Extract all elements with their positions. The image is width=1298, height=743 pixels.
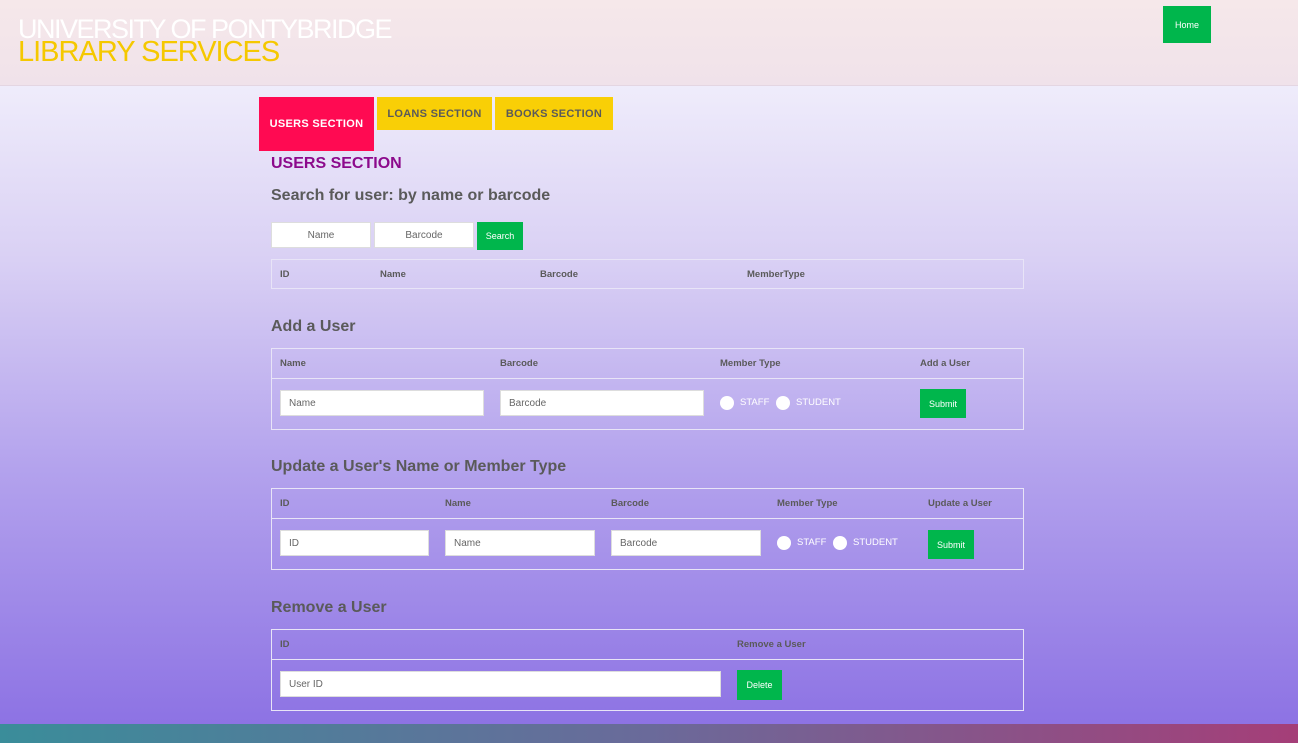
- page-title: USERS SECTION: [271, 155, 402, 172]
- search-heading: Search for user: by name or barcode: [271, 187, 551, 204]
- column-header-update-user: Update a User: [928, 498, 992, 509]
- column-header-id: ID: [280, 269, 290, 280]
- table-divider: [272, 659, 1023, 660]
- student-radio[interactable]: [833, 536, 847, 550]
- update-user-heading: Update a User's Name or Member Type: [271, 458, 567, 475]
- update-user-name-input[interactable]: Name: [445, 530, 595, 556]
- column-header-member-type: Member Type: [777, 498, 838, 509]
- search-results-table: ID Name Barcode MemberType: [271, 259, 1024, 289]
- column-header-membertype: MemberType: [747, 269, 805, 280]
- remove-user-id-input[interactable]: User ID: [280, 671, 721, 697]
- remove-user-heading: Remove a User: [271, 599, 387, 616]
- page-footer: [0, 724, 1298, 743]
- column-header-barcode: Barcode: [500, 358, 539, 369]
- tab-users-section[interactable]: USERS SECTION: [259, 97, 374, 151]
- home-button[interactable]: Home: [1163, 6, 1211, 43]
- table-divider: [272, 518, 1023, 519]
- tab-loans-section[interactable]: LOANS SECTION: [377, 97, 492, 130]
- column-header-remove-user: Remove a User: [737, 639, 806, 650]
- update-user-id-input[interactable]: ID: [280, 530, 429, 556]
- column-header-barcode: Barcode: [540, 269, 579, 280]
- library-services-title: LIBRARY SERVICES: [18, 36, 280, 68]
- remove-user-table: ID Remove a User User ID Delete: [271, 629, 1024, 711]
- staff-radio[interactable]: [720, 396, 734, 410]
- column-header-name: Name: [280, 358, 306, 369]
- delete-user-button[interactable]: Delete: [737, 670, 782, 700]
- add-user-name-input[interactable]: Name: [280, 390, 484, 416]
- column-header-barcode: Barcode: [611, 498, 650, 509]
- staff-radio[interactable]: [777, 536, 791, 550]
- student-radio-label: STUDENT: [853, 537, 898, 548]
- search-name-input[interactable]: Name: [271, 222, 371, 248]
- update-user-barcode-input[interactable]: Barcode: [611, 530, 761, 556]
- column-header-name: Name: [445, 498, 471, 509]
- update-user-submit-button[interactable]: Submit: [928, 530, 974, 559]
- staff-radio-label: STAFF: [797, 537, 827, 548]
- staff-radio-label: STAFF: [740, 397, 770, 408]
- add-user-table: Name Barcode Member Type Add a User Name…: [271, 348, 1024, 430]
- student-radio-label: STUDENT: [796, 397, 841, 408]
- update-user-table: ID Name Barcode Member Type Update a Use…: [271, 488, 1024, 570]
- column-header-name: Name: [380, 269, 406, 280]
- table-divider: [272, 378, 1023, 379]
- add-user-heading: Add a User: [271, 318, 356, 335]
- column-header-member-type: Member Type: [720, 358, 781, 369]
- add-user-submit-button[interactable]: Submit: [920, 389, 966, 418]
- search-barcode-input[interactable]: Barcode: [374, 222, 474, 248]
- search-button[interactable]: Search: [477, 222, 523, 250]
- column-header-id: ID: [280, 639, 290, 650]
- page-header: UNIVERSITY OF PONTYBRIDGE LIBRARY SERVIC…: [0, 0, 1298, 86]
- add-user-barcode-input[interactable]: Barcode: [500, 390, 704, 416]
- tab-books-section[interactable]: BOOKS SECTION: [495, 97, 613, 130]
- column-header-id: ID: [280, 498, 290, 509]
- student-radio[interactable]: [776, 396, 790, 410]
- column-header-add-user: Add a User: [920, 358, 971, 369]
